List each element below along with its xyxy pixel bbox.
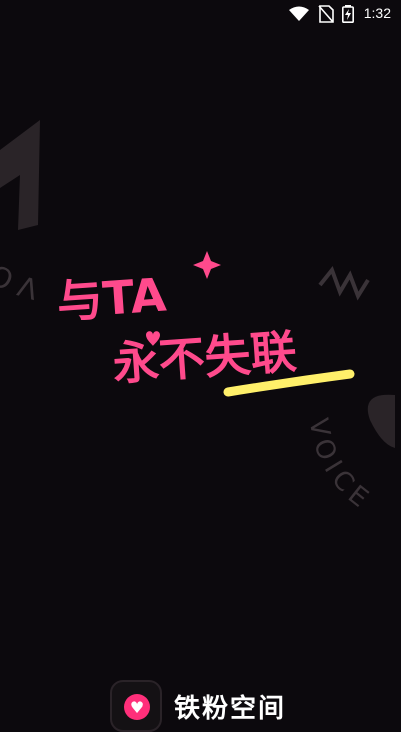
headline: 与TA 永不失联 [55, 251, 355, 397]
app-icon: ♥ [110, 680, 162, 732]
heart-icon: ♥ [129, 698, 145, 717]
sparkle-icon [193, 251, 221, 279]
app-name: 铁粉空间 [174, 694, 287, 724]
splash-brand: ♥ 铁粉空间 [110, 680, 350, 732]
headline-line1: 与TA [55, 267, 168, 329]
